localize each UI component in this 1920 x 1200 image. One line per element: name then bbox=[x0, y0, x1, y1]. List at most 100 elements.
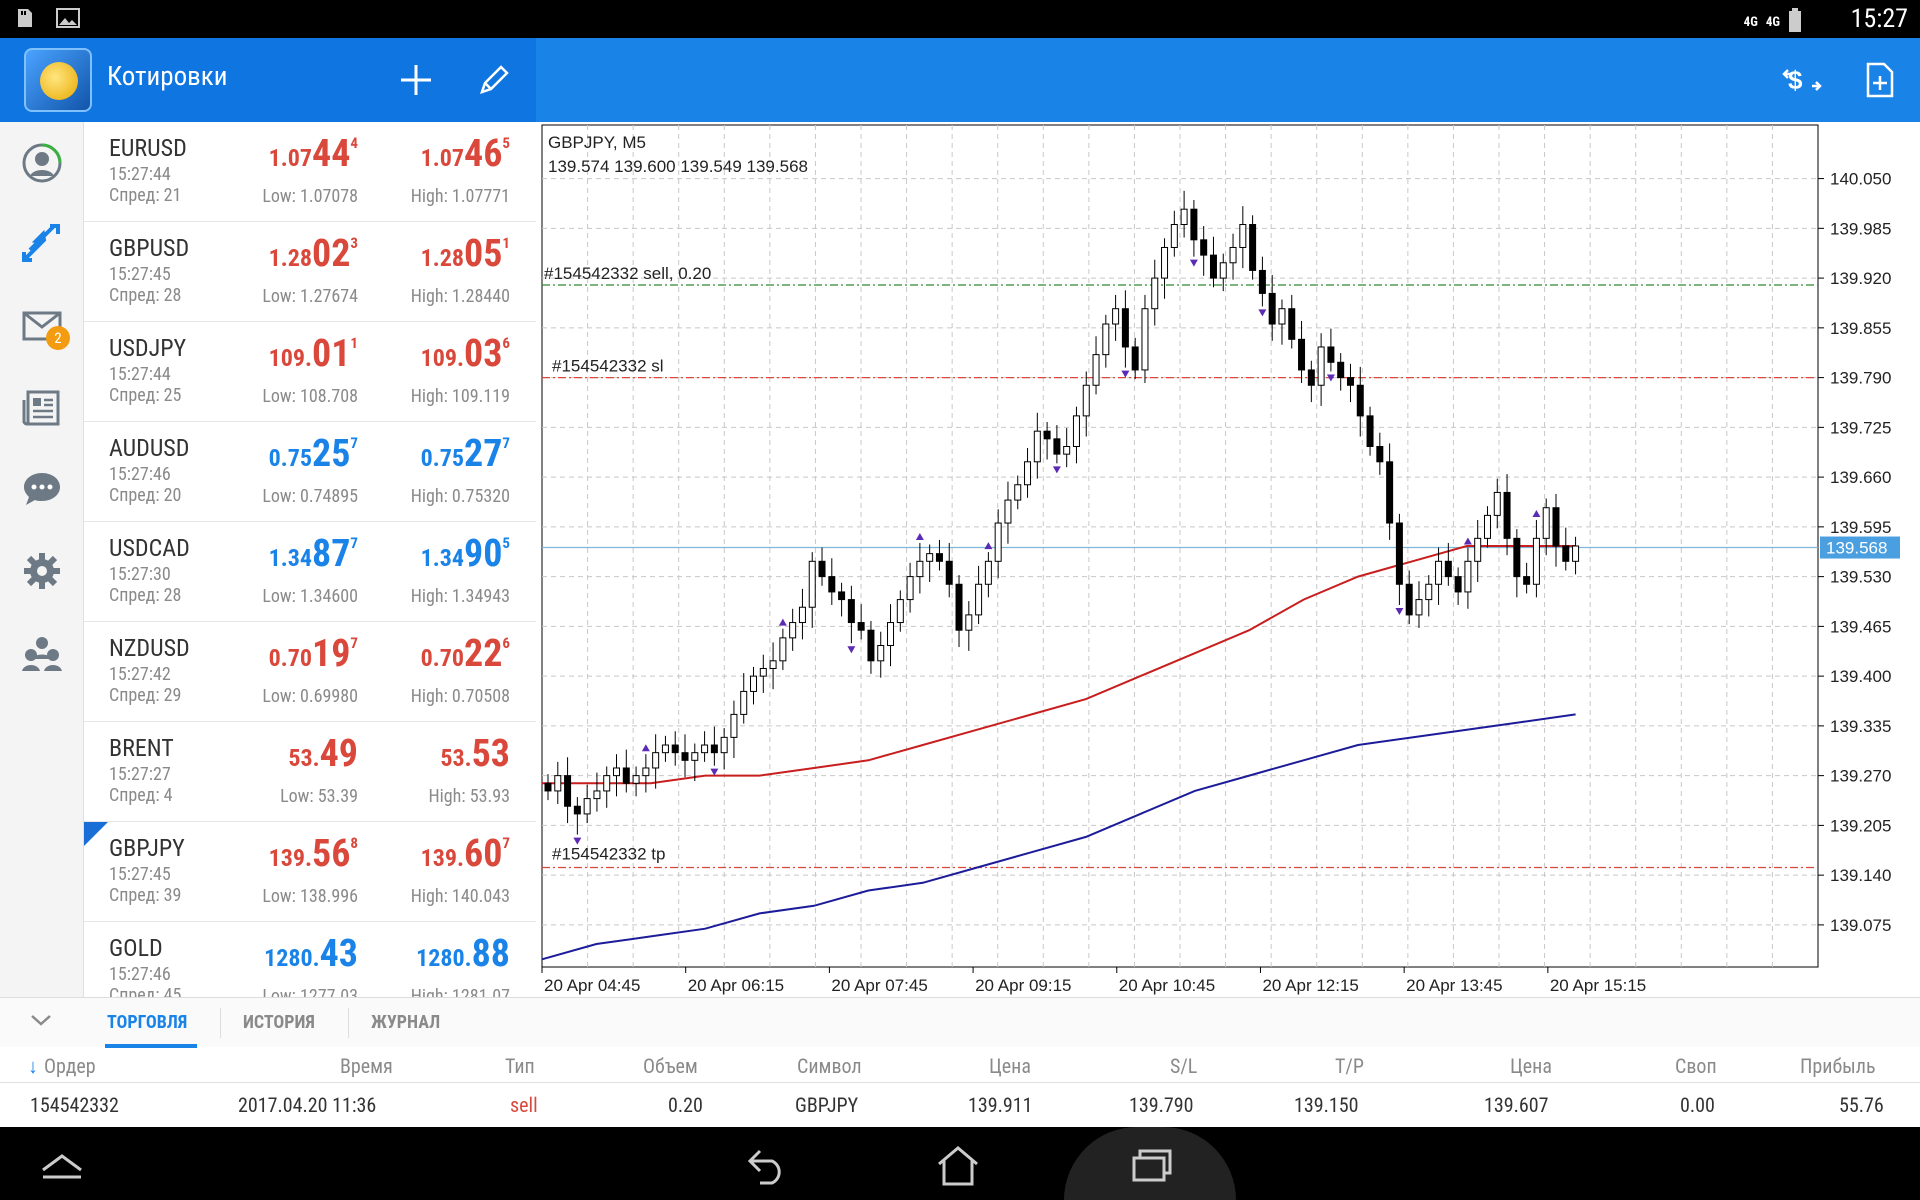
list-item[interactable]: USDJPY 15:27:44 Спред: 25 109.011 109.036 Low… bbox=[84, 322, 536, 422]
low-value: Low: 0.69980 bbox=[262, 686, 358, 707]
trade-icon[interactable]: $ bbox=[1780, 58, 1824, 102]
table-row[interactable]: 154542332 2017.04.20 11:36 sell 0.20 GBP… bbox=[0, 1083, 1920, 1127]
candle-body bbox=[603, 775, 611, 792]
ask-sup: 6 bbox=[502, 334, 510, 352]
ask-big: 88 bbox=[471, 932, 510, 976]
col-swap[interactable]: Своп bbox=[1675, 1054, 1717, 1078]
bid-small: 139. bbox=[268, 844, 312, 872]
add-symbol-icon[interactable] bbox=[394, 58, 438, 102]
candle-body bbox=[1513, 537, 1521, 578]
candle-body bbox=[1552, 507, 1560, 547]
moving-average-red bbox=[542, 545, 1576, 785]
candle-body bbox=[1474, 537, 1482, 562]
list-item[interactable]: EURUSD 15:27:44 Спред: 21 1.07444 1.07465 Low… bbox=[84, 122, 536, 222]
low-value: Low: 0.74895 bbox=[262, 486, 358, 507]
app-logo-icon[interactable] bbox=[24, 48, 92, 112]
list-item[interactable]: GOLD 15:27:46 Спред: 45 1280.43 1280.88 Low: … bbox=[84, 922, 536, 997]
col-type[interactable]: Тип bbox=[505, 1054, 535, 1078]
list-item[interactable]: BRENT 15:27:27 Спред: 4 53.49 53.53 Low: 53.3… bbox=[84, 722, 536, 822]
bid-price: 53.49 bbox=[288, 732, 358, 776]
col-sl[interactable]: S/L bbox=[1170, 1054, 1197, 1078]
col-tp[interactable]: T/P bbox=[1335, 1054, 1364, 1078]
collapse-chevron-icon[interactable] bbox=[30, 1012, 52, 1032]
symbol-name: GOLD bbox=[109, 934, 163, 962]
settings-gear-icon[interactable] bbox=[18, 547, 66, 595]
candle-body bbox=[877, 645, 885, 662]
list-item[interactable]: GBPUSD 15:27:45 Спред: 28 1.28023 1.28051 Low… bbox=[84, 222, 536, 322]
chart-canvas[interactable]: 140.050 139.985 139.920 139.855 139.790 139.7… bbox=[540, 122, 1920, 997]
edit-icon[interactable] bbox=[472, 58, 516, 102]
candle-body bbox=[1121, 308, 1129, 348]
col-volume[interactable]: Объем bbox=[643, 1054, 698, 1078]
moving-average-blue bbox=[541, 713, 1576, 961]
col-order[interactable]: Ордер bbox=[44, 1054, 96, 1078]
bid-sup: 1 bbox=[350, 334, 358, 352]
symbol-name: EURUSD bbox=[109, 134, 187, 162]
account-icon[interactable] bbox=[18, 139, 66, 187]
quotes-icon[interactable] bbox=[18, 220, 66, 268]
list-item[interactable]: AUDUSD 15:27:46 Спред: 20 0.75257 0.75277 Low… bbox=[84, 422, 536, 522]
bid-price: 139.568 bbox=[269, 832, 358, 876]
x-tick-label: 20 Apr 10:45 bbox=[1119, 976, 1215, 995]
ask-small: 1280. bbox=[416, 944, 472, 972]
candle-body bbox=[622, 767, 630, 784]
fractal-marker bbox=[1121, 370, 1130, 378]
tab-history[interactable]: ИСТОРИЯ bbox=[243, 1012, 315, 1033]
candle-body bbox=[1180, 208, 1188, 226]
candle-body bbox=[838, 591, 846, 601]
candle-body bbox=[730, 713, 738, 738]
col-symbol[interactable]: Символ bbox=[797, 1054, 862, 1078]
candle-body bbox=[994, 522, 1002, 562]
community-icon[interactable] bbox=[18, 629, 66, 677]
candle-body bbox=[1523, 576, 1531, 585]
y-tick-label: 139.855 bbox=[1830, 319, 1891, 338]
high-value: High: 0.75320 bbox=[410, 486, 510, 507]
ask-small: 1.34 bbox=[420, 544, 464, 572]
y-tick-label: 139.920 bbox=[1830, 269, 1891, 288]
tab-journal[interactable]: ЖУРНАЛ bbox=[371, 1012, 440, 1033]
chat-icon[interactable] bbox=[18, 465, 66, 513]
col-profit[interactable]: Прибыль bbox=[1800, 1054, 1876, 1078]
bid-big: 02 bbox=[311, 232, 351, 276]
col-current-price[interactable]: Цена bbox=[1510, 1054, 1552, 1078]
candle-body bbox=[642, 767, 650, 777]
nav-recent-icon[interactable] bbox=[1124, 1145, 1180, 1185]
col-price[interactable]: Цена bbox=[989, 1054, 1031, 1078]
status-bar: 4G 4G 15:27 bbox=[0, 0, 1920, 38]
nav-home-icon[interactable] bbox=[930, 1145, 986, 1186]
bid-price: 1.28023 bbox=[269, 232, 358, 276]
new-order-icon[interactable] bbox=[1858, 58, 1902, 102]
candle-body bbox=[1356, 384, 1364, 417]
candle-body bbox=[1170, 224, 1178, 248]
col-time[interactable]: Время bbox=[340, 1054, 393, 1078]
spread: Спред: 21 bbox=[109, 185, 182, 206]
price-chart[interactable]: 140.050 139.985 139.920 139.855 139.790 139.7… bbox=[540, 122, 1920, 997]
mail-icon[interactable]: 2 bbox=[18, 302, 70, 350]
candle-body bbox=[1405, 583, 1413, 616]
symbol-name: USDJPY bbox=[109, 334, 187, 362]
list-item[interactable]: GBPJPY 15:27:45 Спред: 39 139.568 139.607 Low… bbox=[84, 822, 536, 922]
candle-body bbox=[681, 752, 689, 761]
news-icon[interactable] bbox=[18, 384, 66, 432]
tab-divider bbox=[220, 1008, 221, 1038]
nav-up-icon[interactable] bbox=[34, 1145, 90, 1185]
low-value: Low: 138.996 bbox=[262, 886, 358, 907]
sort-arrow-icon[interactable]: ↓ bbox=[28, 1054, 38, 1079]
y-tick-label: 140.050 bbox=[1830, 170, 1891, 189]
candle-body bbox=[1288, 308, 1296, 340]
tab-trade[interactable]: ТОРГОВЛЯ bbox=[107, 1012, 187, 1033]
candle-body bbox=[1258, 269, 1266, 294]
candle-body bbox=[828, 576, 836, 593]
candle-body bbox=[1151, 277, 1159, 310]
candle-body bbox=[847, 599, 855, 624]
nav-back-icon[interactable] bbox=[740, 1145, 796, 1185]
ask-sup: 7 bbox=[502, 834, 510, 852]
list-item[interactable]: USDCAD 15:27:30 Спред: 28 1.34877 1.34905 Low… bbox=[84, 522, 536, 622]
ask-small: 109. bbox=[420, 344, 464, 372]
candle-body bbox=[701, 744, 709, 754]
candle-body bbox=[906, 576, 914, 601]
chart-ohlc: 139.574 139.600 139.549 139.568 bbox=[548, 157, 808, 176]
bid-big: 44 bbox=[311, 132, 351, 176]
y-tick-label: 139.660 bbox=[1830, 468, 1891, 487]
list-item[interactable]: NZDUSD 15:27:42 Спред: 29 0.70197 0.70226 Low… bbox=[84, 622, 536, 722]
